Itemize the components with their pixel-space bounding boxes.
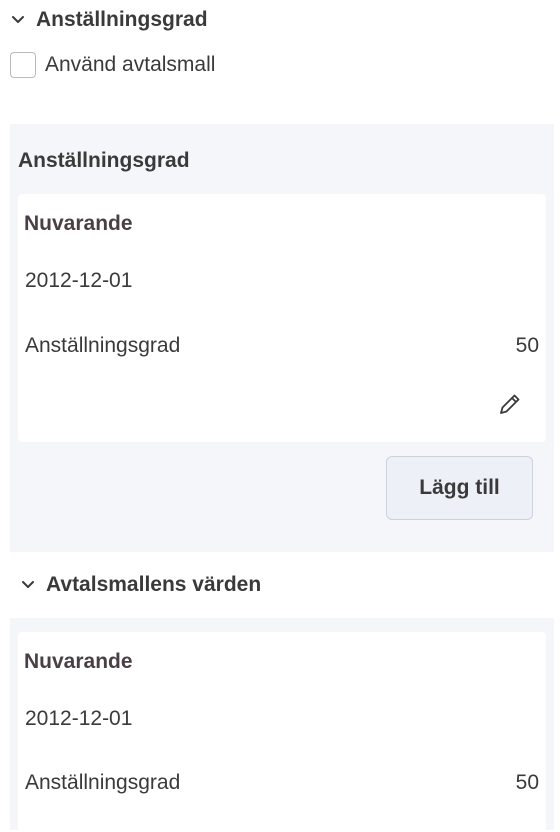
- template-values-header[interactable]: Avtalsmallens värden: [10, 552, 554, 618]
- template-values-title: Avtalsmallens värden: [46, 573, 262, 596]
- use-template-checkbox-row[interactable]: Använd avtalsmall: [10, 52, 215, 78]
- card-heading: Nuvarande: [24, 212, 133, 235]
- card-date: 2012-12-01: [25, 707, 133, 730]
- chevron-down-icon: [12, 16, 24, 23]
- add-button[interactable]: Lägg till: [386, 456, 533, 520]
- panel-title: Anställningsgrad: [18, 149, 190, 172]
- current-employment-card: Nuvarande 2012-12-01 Anställningsgrad 50: [18, 194, 546, 442]
- card-heading: Nuvarande: [24, 650, 133, 673]
- card-field-value: 50: [515, 771, 539, 794]
- card-field-label: Anställningsgrad: [25, 771, 181, 794]
- card-date: 2012-12-01: [25, 269, 133, 292]
- section-title: Anställningsgrad: [36, 8, 208, 31]
- card-field-value: 50: [515, 334, 539, 357]
- card-field-label: Anställningsgrad: [25, 334, 181, 357]
- employment-rate-panel: Anställningsgrad Nuvarande 2012-12-01 An…: [10, 124, 554, 832]
- template-values-card: Nuvarande 2012-12-01 Anställningsgrad 50: [18, 632, 546, 832]
- section-header-anstallningsgrad[interactable]: Anställningsgrad: [10, 8, 208, 32]
- chevron-down-icon: [22, 581, 34, 588]
- pencil-icon[interactable]: [496, 390, 524, 418]
- use-template-label: Använd avtalsmall: [45, 53, 216, 76]
- use-template-checkbox[interactable]: [10, 52, 36, 78]
